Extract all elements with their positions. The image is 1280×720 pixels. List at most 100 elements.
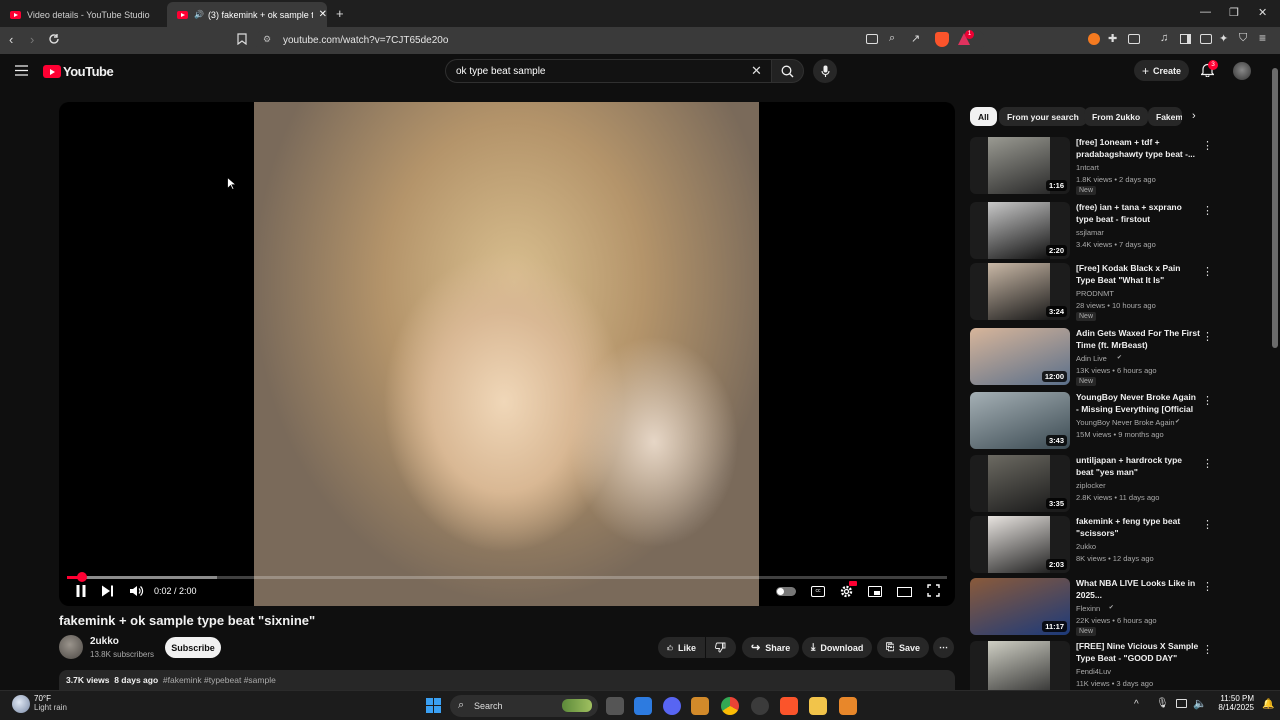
store-icon[interactable] [634,697,652,715]
recommendation-item[interactable]: 1:16 [free] 1oneam + tdf + pradabagshawty… [970,137,1215,197]
save-button[interactable]: ⎘ Save [877,637,930,658]
more-vertical-icon[interactable]: ⋮ [1202,330,1213,343]
brave-icon[interactable] [780,697,798,715]
cast-icon[interactable] [866,34,878,44]
sidebar-icon[interactable] [1180,34,1191,44]
tray-mic-icon[interactable]: 🎙 [1156,698,1169,709]
recommendation-thumbnail[interactable]: 2:20 [970,202,1070,259]
tab-youtube-studio[interactable]: Video details - YouTube Studio [0,2,165,27]
pause-button[interactable] [75,584,87,598]
recommendation-channel[interactable]: YoungBoy Never Broke Again [1076,418,1175,427]
recommendation-thumbnail[interactable]: 2:03 [970,516,1070,573]
description-box[interactable]: 3.7K views 8 days ago #fakemink #typebea… [59,670,955,690]
recommendation-title[interactable]: Adin Gets Waxed For The First Time (ft. … [1076,328,1201,351]
weather-widget[interactable]: 70°F Light rain [34,694,67,712]
leo-ai-icon[interactable]: ✦ [1219,32,1228,45]
chip-fakemink[interactable]: Fakem [1148,107,1182,126]
recommendation-title[interactable]: [Free] Kodak Black x Pain Type Beat "Wha… [1076,263,1201,286]
recommendation-channel[interactable]: Flexinn [1076,604,1100,613]
recommendation-channel[interactable]: PRODNMT [1076,289,1114,298]
screenshot-icon[interactable] [1128,34,1140,44]
discord-icon[interactable] [663,697,681,715]
reload-icon[interactable] [48,33,60,45]
browser-menu-icon[interactable]: ≡ [1259,31,1266,45]
recommendation-channel[interactable]: ziplocker [1076,481,1106,490]
more-vertical-icon[interactable]: ⋮ [1202,394,1213,407]
site-info-icon[interactable]: ⚙ [263,34,271,45]
task-view-icon[interactable] [606,697,624,715]
fullscreen-button[interactable] [927,584,940,597]
minimize-button[interactable]: — [1200,6,1211,18]
more-vertical-icon[interactable]: ⋮ [1202,643,1213,656]
recommendation-title[interactable]: YoungBoy Never Broke Again - Missing Eve… [1076,392,1201,415]
restore-button[interactable]: ❐ [1229,6,1239,19]
close-window-button[interactable]: ✕ [1258,6,1267,19]
recommendation-item[interactable]: 11:17 What NBA LIVE Looks Like in 2025...… [970,578,1215,638]
recommendation-title[interactable]: fakemink + feng type beat "scissors" [1076,516,1201,539]
zoom-icon[interactable]: ⌕ [889,32,895,45]
close-tab-icon[interactable]: ✕ [319,9,327,20]
account-avatar[interactable] [1233,62,1251,80]
video-player[interactable]: 0:02 / 2:00 cc [59,102,955,606]
bookmark-icon[interactable] [237,33,247,45]
file-explorer-icon[interactable] [809,697,827,715]
chevron-right-icon[interactable]: › [1192,110,1196,122]
recommendation-thumbnail[interactable]: 1:16 [970,137,1070,194]
tray-chevron-up-icon[interactable]: ^ [1134,699,1139,710]
app-icon[interactable] [751,697,769,715]
subscribe-button[interactable]: Subscribe [165,637,221,658]
network-icon[interactable] [1176,699,1187,708]
recommendation-channel[interactable]: Adin Live [1076,354,1107,363]
search-button[interactable] [771,59,804,83]
recommendation-item[interactable]: 3:43 YoungBoy Never Broke Again - Missing… [970,392,1215,452]
audio-playing-icon[interactable]: 🔊 [194,10,204,19]
taskbar-search[interactable]: ⌕ Search [450,695,598,717]
recommendation-item[interactable]: 3:24 [Free] Kodak Black x Pain Type Beat … [970,263,1215,323]
channel-avatar[interactable] [59,635,83,659]
recommendation-item[interactable]: 3:35 untiljapan + hardrock type beat "yes… [970,455,1215,515]
back-button[interactable]: ‹ [9,32,13,47]
create-button[interactable]: + Create [1134,60,1189,81]
search-input[interactable]: ok type beat sample ✕ [445,59,771,83]
recommendation-item[interactable]: 2:03 fakemink + feng type beat "scissors"… [970,516,1215,576]
dislike-button[interactable] [706,637,736,658]
new-tab-button[interactable]: + [336,6,344,21]
vpn-shield-icon[interactable]: ⛉ [1239,32,1247,45]
recommendation-thumbnail[interactable]: 3:24 [970,263,1070,320]
recommendation-title[interactable]: [free] 1oneam + tdf + pradabagshawty typ… [1076,137,1201,160]
theater-mode-icon[interactable] [897,587,912,597]
more-vertical-icon[interactable]: ⋮ [1202,139,1213,152]
chip-all[interactable]: All [970,107,997,126]
windows-start-icon[interactable] [426,698,441,713]
recommendation-title[interactable]: [FREE] Nine Vicious X Sample Type Beat -… [1076,641,1201,664]
more-vertical-icon[interactable]: ⋮ [1202,580,1213,593]
brave-shields-icon[interactable] [935,32,949,47]
app-2-icon[interactable] [839,697,857,715]
more-vertical-icon[interactable]: ⋮ [1202,204,1213,217]
more-vertical-icon[interactable]: ⋮ [1202,265,1213,278]
chip-from-your-search[interactable]: From your search [999,107,1087,126]
weather-icon[interactable] [12,695,30,713]
recommendation-title[interactable]: What NBA LIVE Looks Like in 2025... [1076,578,1201,601]
system-clock[interactable]: 11:50 PM 8/14/2025 [1214,694,1254,712]
forward-button[interactable]: › [30,32,34,47]
recommendation-channel[interactable]: Fendi4Luv [1076,667,1111,676]
download-button[interactable]: ⤓ Download [802,637,873,658]
progress-bar[interactable] [67,572,947,582]
wallet-icon[interactable] [1200,34,1212,44]
more-vertical-icon[interactable]: ⋮ [1202,457,1213,470]
youtube-logo[interactable]: YouTube [43,64,114,79]
recommendation-thumbnail[interactable]: 3:43 [970,392,1070,449]
video-frame[interactable] [254,102,759,606]
recommendation-thumbnail[interactable]: 11:17 [970,578,1070,635]
more-actions-button[interactable]: ⋯ [933,637,954,658]
next-button[interactable] [101,584,114,598]
share-button[interactable]: ↪ Share [742,637,800,658]
share-page-icon[interactable]: ↗ [911,32,920,45]
settings-button[interactable] [839,581,857,599]
recommendation-channel[interactable]: 1ntcart [1076,163,1099,172]
tab-current-video[interactable]: 🔊 (3) fakemink + ok sample typ ✕ [167,2,327,27]
extensions-puzzle-icon[interactable]: ✚ [1108,32,1117,45]
chip-from-channel[interactable]: From 2ukko [1084,107,1149,126]
clear-search-icon[interactable]: ✕ [751,63,762,79]
